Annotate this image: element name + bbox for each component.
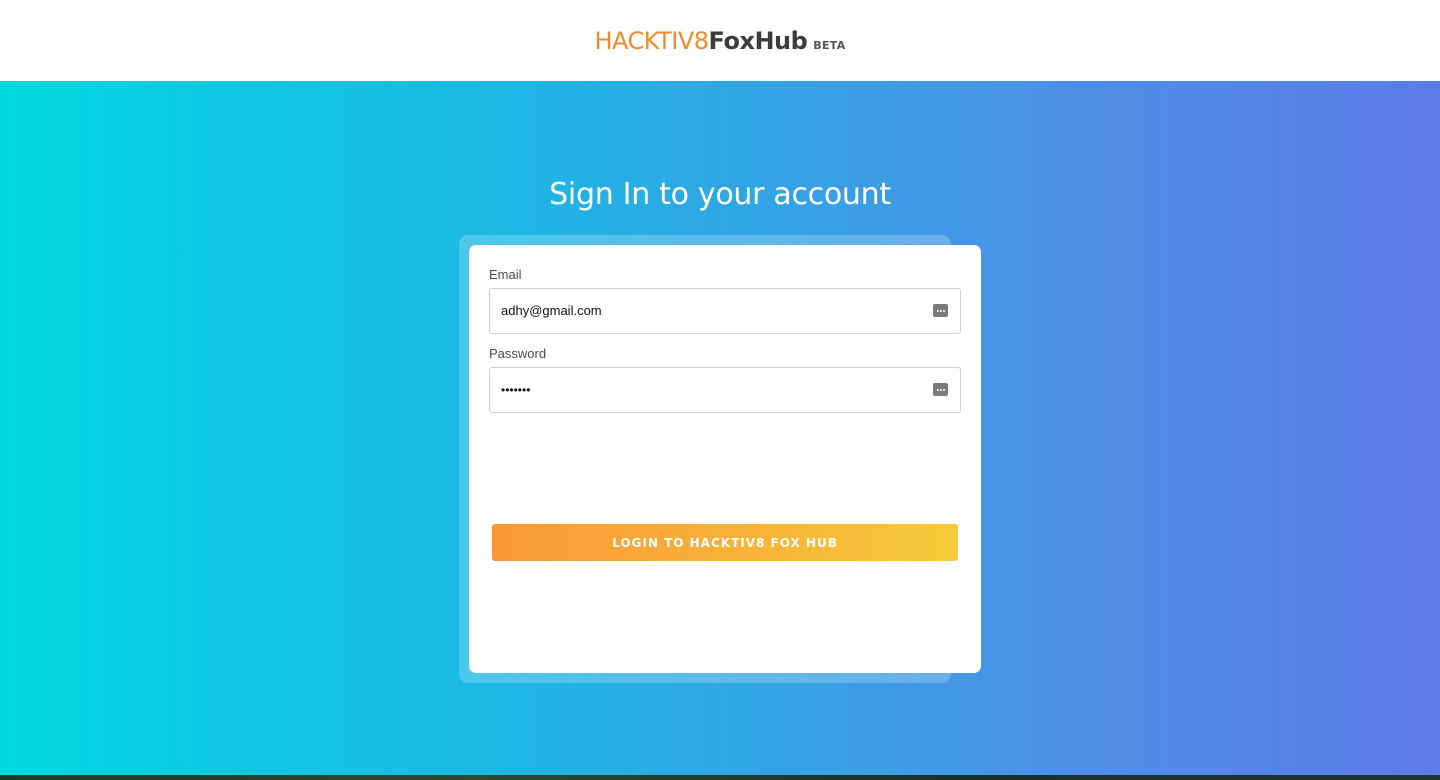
bottom-image-strip [0,775,1440,780]
beta-badge: BETA [813,38,846,52]
top-navbar: HACKTIV8 FoxHub BETA [0,0,1440,81]
login-button[interactable]: LOGIN TO HACKTIV8 FOX HUB [492,524,958,561]
email-field[interactable] [489,288,961,334]
dots-icon[interactable] [933,383,948,396]
password-input[interactable]: ••••••• [501,368,921,412]
hero-background: Sign In to your account Email Password L… [0,81,1440,775]
logo-text-foxhub: FoxHub [708,26,808,55]
password-label: Password [489,346,547,361]
logo-text-hacktiv8: HACKTIV8 [594,26,709,55]
brand-logo[interactable]: HACKTIV8 FoxHub BETA [594,27,845,55]
email-input[interactable] [501,289,921,333]
page-title: Sign In to your account [549,177,891,212]
password-field[interactable]: ••••••• [489,367,961,413]
email-label: Email [489,267,522,282]
dots-icon[interactable] [933,304,948,317]
